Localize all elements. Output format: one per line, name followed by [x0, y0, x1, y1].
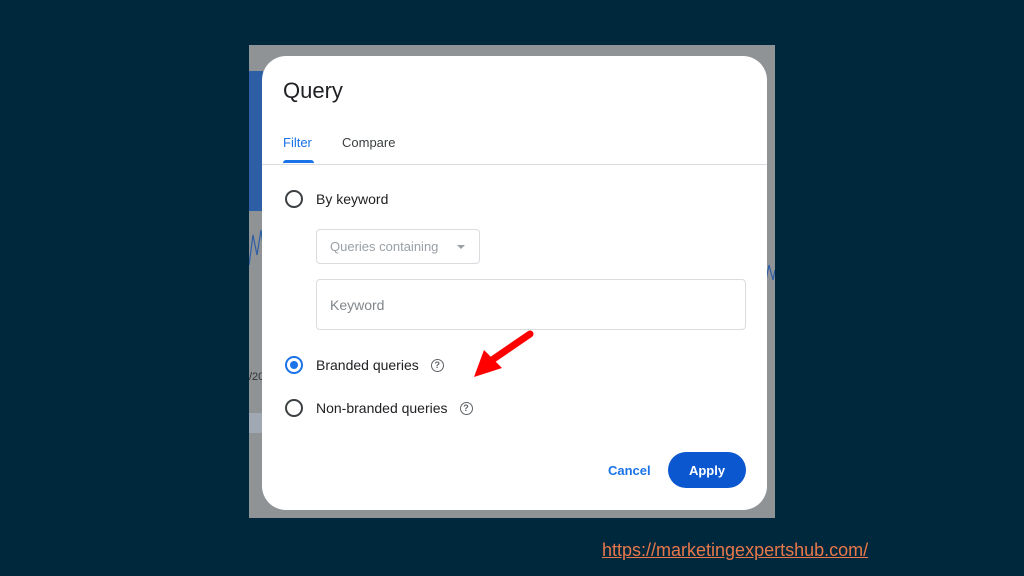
help-icon[interactable]: ? [430, 358, 444, 372]
match-type-value: Queries containing [330, 239, 439, 254]
branded-queries-option[interactable]: Branded queries ? [285, 356, 444, 374]
by-keyword-label: By keyword [316, 191, 389, 207]
background-bar [249, 413, 263, 433]
branded-queries-radio[interactable] [285, 356, 303, 374]
non-branded-queries-radio[interactable] [285, 399, 303, 417]
non-branded-queries-label: Non-branded queries [316, 400, 448, 416]
branded-queries-label: Branded queries [316, 357, 419, 373]
active-tab-indicator [283, 160, 314, 163]
by-keyword-radio[interactable] [285, 190, 303, 208]
apply-button[interactable]: Apply [668, 452, 746, 488]
cancel-button[interactable]: Cancel [598, 453, 661, 487]
non-branded-queries-option[interactable]: Non-branded queries ? [285, 399, 473, 417]
by-keyword-option[interactable]: By keyword [285, 190, 388, 208]
tab-bar: Filter Compare [262, 132, 767, 165]
help-icon[interactable]: ? [459, 401, 473, 415]
dialog-title: Query [283, 78, 343, 103]
match-type-select[interactable]: Queries containing [316, 229, 480, 264]
red-arrow-icon [474, 330, 534, 377]
tab-filter[interactable]: Filter [283, 135, 312, 150]
keyword-input[interactable] [316, 279, 746, 330]
tab-compare[interactable]: Compare [342, 135, 395, 150]
background-blue-panel [249, 71, 263, 211]
dropdown-arrow-icon [457, 245, 465, 249]
query-dialog: Query Filter Compare By keyword Queries … [262, 56, 767, 510]
website-link[interactable]: https://marketingexpertshub.com/ [602, 540, 868, 561]
